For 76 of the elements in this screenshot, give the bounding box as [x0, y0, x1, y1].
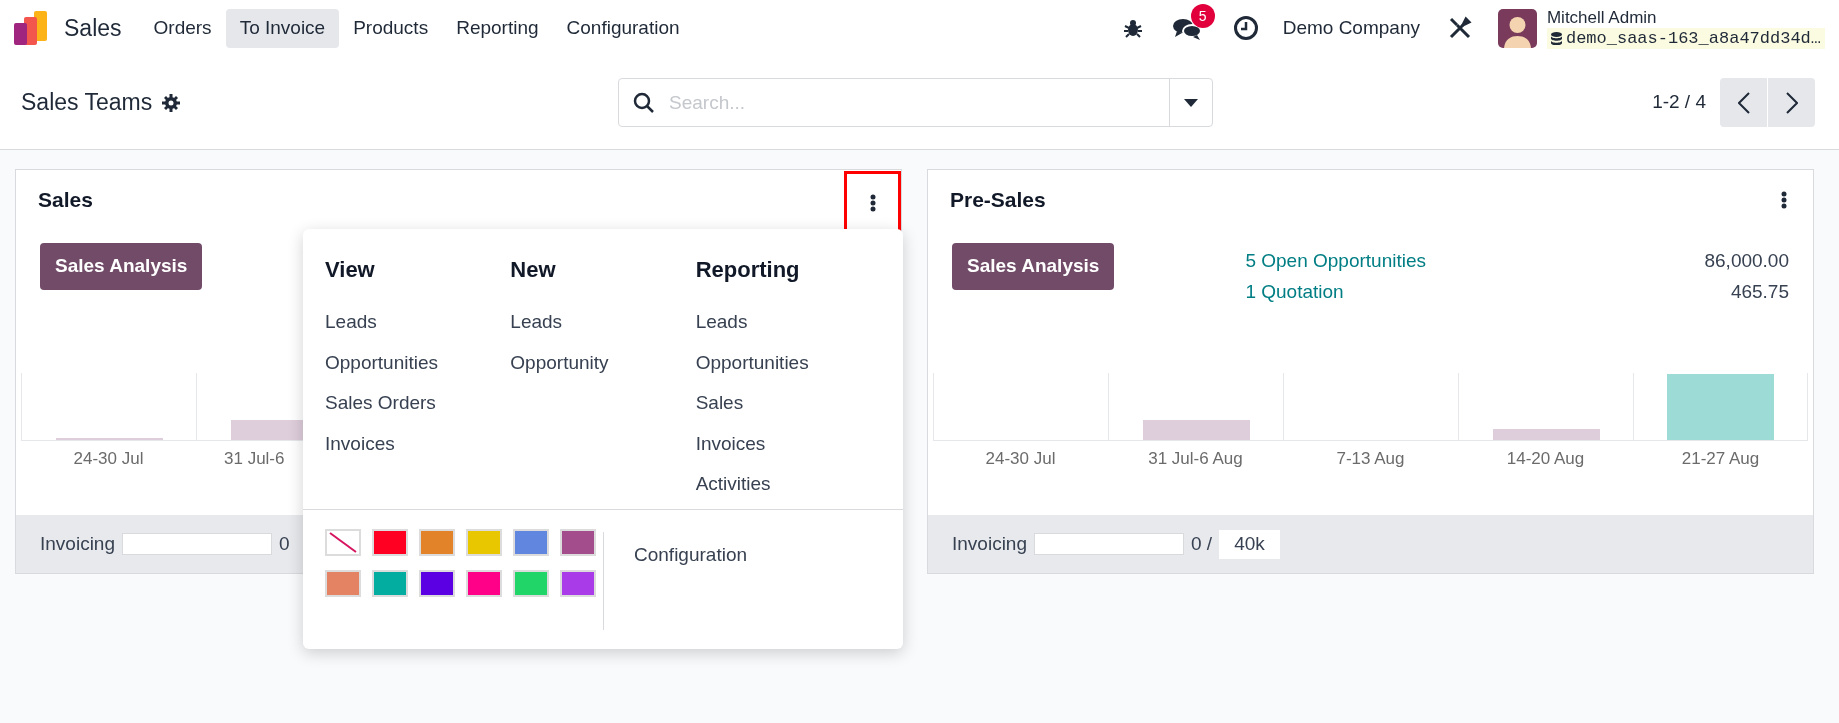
- app-logo-icon: [14, 11, 48, 45]
- color-swatch[interactable]: [419, 529, 455, 556]
- axis-label: 21-27 Aug: [1681, 448, 1760, 471]
- search-field[interactable]: Search...: [669, 87, 1169, 118]
- search-bar[interactable]: Search...: [618, 78, 1213, 127]
- menu-item[interactable]: Sales Orders: [325, 383, 511, 424]
- axis-label: 24-30 Jul: [73, 448, 144, 471]
- menu-item[interactable]: Invoices: [695, 423, 881, 464]
- database-name: demo_saas-163_a8a47dd34d…: [1565, 28, 1821, 50]
- avatar-icon: [1497, 8, 1537, 48]
- color-swatch[interactable]: [372, 570, 408, 597]
- axis-label: 31 Jul-6 Aug: [1148, 448, 1243, 471]
- color-swatch[interactable]: [466, 529, 502, 556]
- section-heading: New: [510, 256, 557, 284]
- menu-item[interactable]: Sales: [695, 383, 881, 424]
- tools-icon: [1447, 16, 1472, 40]
- configuration-link[interactable]: Configuration: [634, 541, 748, 630]
- card-title: Sales: [38, 187, 93, 214]
- user-name[interactable]: Mitchell Admin: [1546, 6, 1825, 28]
- color-swatch[interactable]: [466, 570, 502, 597]
- menu-item[interactable]: Opportunity: [510, 342, 696, 383]
- axis-label: 31 Jul-6: [224, 448, 285, 471]
- menu-tab[interactable]: Products: [339, 8, 443, 48]
- menu-tab[interactable]: Configuration: [552, 8, 694, 48]
- sales-analysis-button[interactable]: Sales Analysis: [952, 243, 1115, 290]
- app-name[interactable]: Sales: [64, 10, 122, 46]
- kebab-menu-icon: [869, 194, 876, 212]
- color-swatch[interactable]: [325, 570, 361, 597]
- chevron-left-icon: [1737, 91, 1750, 114]
- target-field[interactable]: 40k: [1219, 529, 1280, 559]
- search-icon: [633, 91, 655, 114]
- menu-item[interactable]: Leads: [695, 302, 881, 343]
- menu-tab[interactable]: To Invoice: [225, 8, 340, 48]
- settings-icon: [162, 93, 181, 112]
- stat-amount: 86,000.00: [1704, 249, 1789, 274]
- bug-icon: [1122, 18, 1143, 38]
- section-heading: View: [325, 256, 376, 284]
- menu-item[interactable]: Leads: [325, 302, 511, 343]
- pager-value[interactable]: 1-2 / 4: [1652, 88, 1706, 117]
- database-icon: [1550, 32, 1562, 46]
- invoicing-value: 0: [279, 531, 290, 556]
- notification-badge: 5: [1190, 4, 1215, 28]
- clock-icon: [1232, 15, 1259, 41]
- invoicing-label: Invoicing: [40, 531, 115, 556]
- next-button[interactable]: [1768, 78, 1815, 127]
- kebab-menu-icon: [1781, 191, 1787, 209]
- chevron-right-icon: [1785, 91, 1798, 114]
- menu-item[interactable]: Activities: [695, 464, 881, 505]
- axis-label: 24-30 Jul: [985, 448, 1056, 471]
- card-title: Pre-Sales: [950, 187, 1046, 214]
- color-swatch[interactable]: [560, 570, 596, 597]
- axis-label: 7-13 Aug: [1336, 448, 1405, 471]
- sales-analysis-button[interactable]: Sales Analysis: [40, 243, 203, 290]
- menu-item[interactable]: Leads: [510, 302, 696, 343]
- menu-tab[interactable]: Reporting: [442, 8, 553, 48]
- section-heading: Reporting: [695, 256, 801, 284]
- invoicing-label: Invoicing: [952, 531, 1027, 556]
- previous-button[interactable]: [1720, 78, 1767, 127]
- invoicing-value: 0 /: [1191, 531, 1213, 556]
- menu-item[interactable]: Opportunities: [325, 342, 511, 383]
- caret-down-icon: [1184, 98, 1198, 107]
- axis-label: 14-20 Aug: [1506, 448, 1585, 471]
- stat-amount: 465.75: [1730, 280, 1789, 305]
- no-color-swatch[interactable]: [325, 529, 361, 556]
- color-swatch[interactable]: [560, 529, 596, 556]
- stat-link[interactable]: 1 Quotation: [1245, 278, 1344, 307]
- color-swatch[interactable]: [419, 570, 455, 597]
- menu-item[interactable]: Opportunities: [695, 342, 881, 383]
- menu-tab[interactable]: Orders: [139, 8, 226, 48]
- menu-item[interactable]: Invoices: [325, 423, 511, 464]
- color-swatch[interactable]: [513, 570, 549, 597]
- color-swatch[interactable]: [372, 529, 408, 556]
- page-title: Sales Teams: [21, 88, 153, 118]
- stat-link[interactable]: 5 Open Opportunities: [1245, 247, 1426, 276]
- color-swatch[interactable]: [513, 529, 549, 556]
- company-switcher[interactable]: Demo Company: [1282, 13, 1420, 43]
